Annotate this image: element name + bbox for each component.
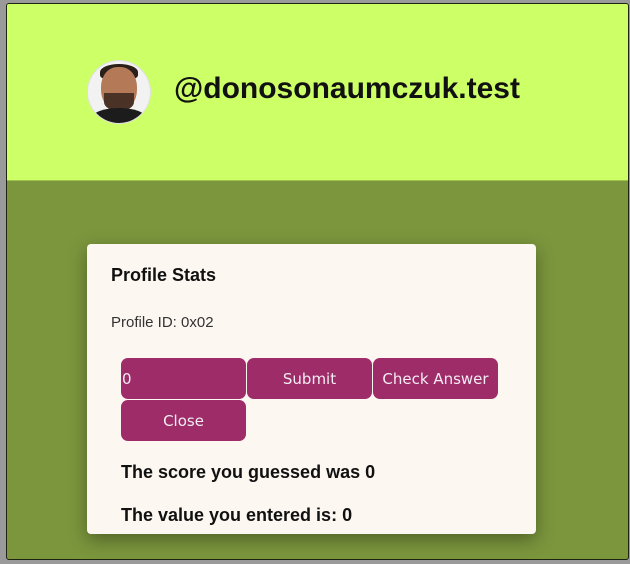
avatar-shirt	[92, 108, 146, 123]
guess-input[interactable]	[121, 358, 246, 399]
modal-title: Profile Stats	[111, 265, 217, 285]
entered-value-text: The value you entered is: 0	[121, 505, 353, 525]
app-window: @donosonaumczuk.test Profile Stats Profi…	[6, 3, 629, 560]
guessed-score-text: The score you guessed was 0	[121, 462, 376, 482]
profile-id-text: Profile ID: 0x02	[111, 314, 214, 331]
avatar	[88, 61, 150, 123]
close-button[interactable]: Close	[121, 400, 246, 441]
profile-header: @donosonaumczuk.test	[7, 4, 628, 181]
check-answer-button[interactable]: Check Answer	[373, 358, 498, 399]
submit-button[interactable]: Submit	[247, 358, 372, 399]
profile-username: @donosonaumczuk.test	[174, 72, 520, 105]
profile-stats-modal: Profile Stats Profile ID: 0x02 Submit Ch…	[87, 244, 536, 534]
